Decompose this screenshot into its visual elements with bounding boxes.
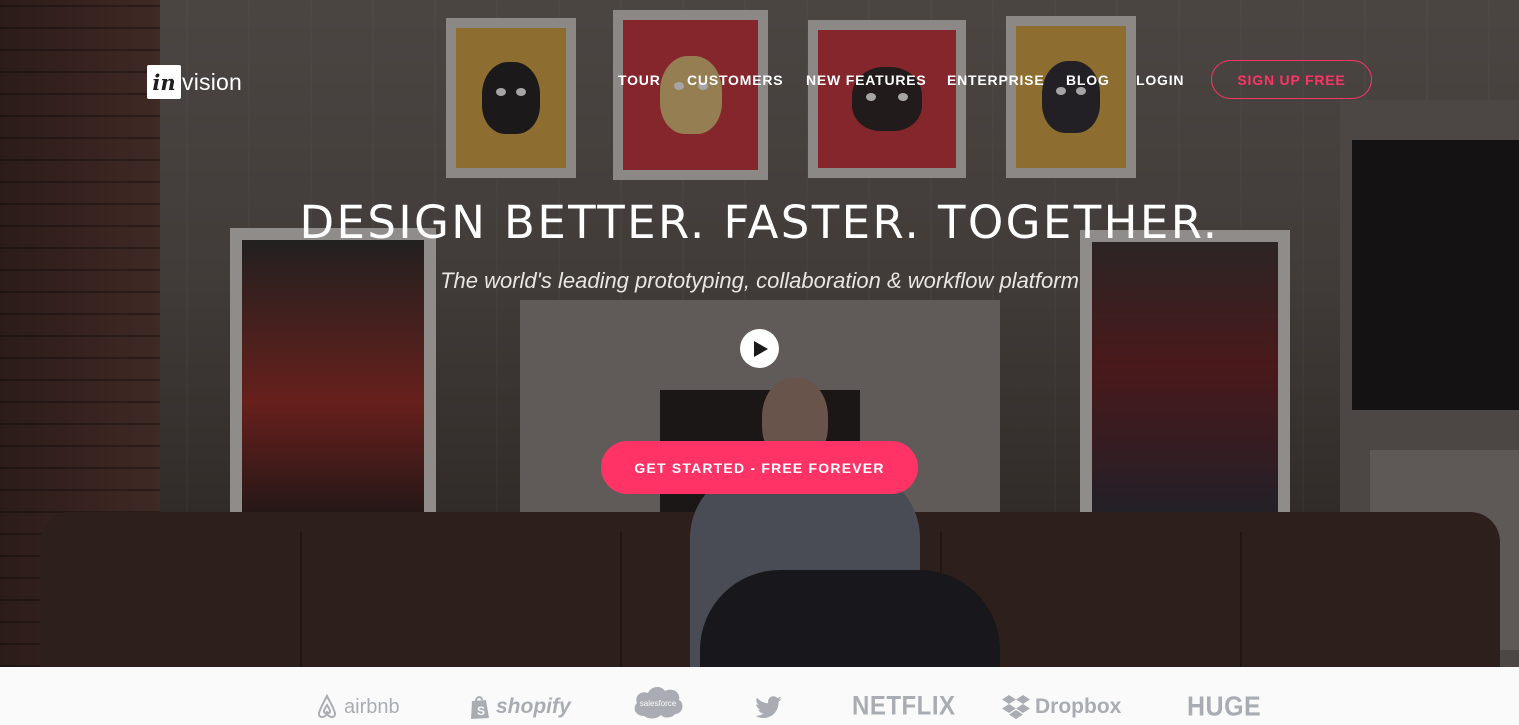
salesforce-cloud-icon: salesforce [634,687,683,719]
shopify-wordmark: shopify [496,695,571,718]
airbnb-wordmark: airbnb [344,695,400,718]
hero-section: in vision TOUR CUSTOMERS NEW FEATURES EN… [0,0,1519,667]
twitter-logo: twitter [755,693,783,721]
sign-up-free-button[interactable]: SIGN UP FREE [1211,60,1372,99]
huge-logo: HUGE [1187,691,1262,722]
salesforce-logo: salesforce [630,687,686,719]
nav-new-features[interactable]: NEW FEATURES [806,72,927,88]
hero-headline: DESIGN BETTER. FASTER. TOGETHER. [299,196,1220,249]
nav-customers[interactable]: CUSTOMERS [687,72,783,88]
svg-text:S: S [477,704,485,718]
get-started-button[interactable]: GET STARTED - FREE FOREVER [601,441,918,494]
nav-blog[interactable]: BLOG [1066,72,1110,88]
nav-enterprise[interactable]: ENTERPRISE [947,72,1044,88]
twitter-bird-icon [755,696,782,719]
play-video-button[interactable] [740,329,779,368]
salesforce-wordmark: salesforce [640,699,677,708]
airbnb-logo: airbnb [315,693,400,721]
hero-subheadline: The world's leading prototyping, collabo… [440,268,1079,293]
huge-wordmark: HUGE [1187,691,1262,722]
client-logos-strip: airbnb S shopify salesforce twitter NETF… [0,667,1519,725]
netflix-logo: NETFLIX [852,691,956,722]
nav-tour[interactable]: TOUR [618,72,661,88]
netflix-wordmark: NETFLIX [852,691,956,722]
shopify-logo: S shopify [469,693,571,721]
nav-login[interactable]: LOGIN [1136,72,1184,88]
shopify-bag-icon: S [471,696,489,719]
dropbox-wordmark: Dropbox [1035,695,1122,718]
dropbox-icon [1002,695,1030,719]
dropbox-logo: Dropbox [1002,693,1121,721]
airbnb-icon [317,694,337,718]
play-icon [754,340,768,357]
